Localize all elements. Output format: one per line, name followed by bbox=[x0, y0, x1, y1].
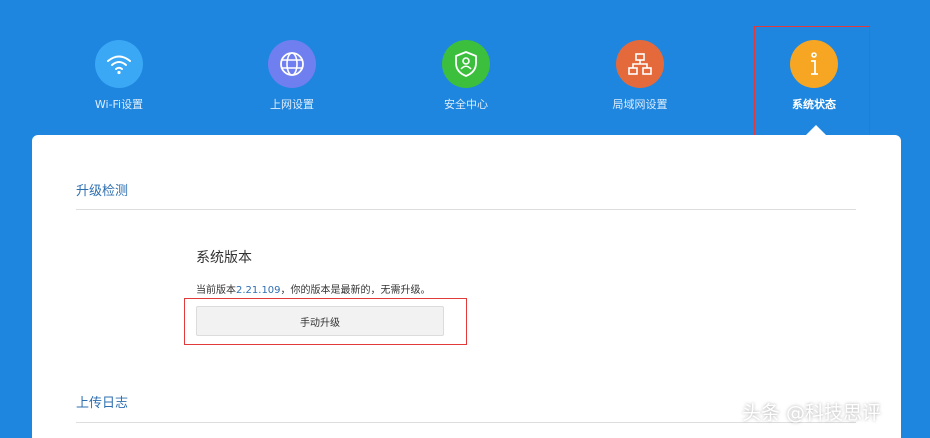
version-prefix: 当前版本 bbox=[196, 285, 236, 296]
wifi-icon bbox=[95, 40, 143, 88]
version-suffix: ，你的版本是最新的，无需升级。 bbox=[280, 285, 431, 296]
nav-item-lan[interactable]: 局域网设置 bbox=[580, 40, 700, 112]
divider-upgrade bbox=[76, 209, 856, 210]
highlight-box-upgrade bbox=[184, 298, 467, 345]
nav-item-wifi[interactable]: Wi-Fi设置 bbox=[59, 40, 179, 112]
version-title: 系统版本 bbox=[196, 250, 252, 266]
network-icon bbox=[616, 40, 664, 88]
nav-item-security[interactable]: 安全中心 bbox=[406, 40, 526, 112]
section-title-log: 上传日志 bbox=[76, 396, 129, 411]
watermark-text: 头条 @科技思评 bbox=[742, 402, 882, 424]
version-info: 当前版本2.21.109，你的版本是最新的，无需升级。 bbox=[196, 281, 431, 296]
globe-icon bbox=[268, 40, 316, 88]
section-title-upgrade: 升级检测 bbox=[76, 184, 129, 199]
nav-label-lan: 局域网设置 bbox=[612, 98, 668, 111]
shield-icon bbox=[442, 40, 490, 88]
nav-item-internet[interactable]: 上网设置 bbox=[232, 40, 352, 112]
active-tab-pointer bbox=[806, 125, 826, 135]
nav-label-security: 安全中心 bbox=[444, 98, 488, 111]
nav-label-wifi: Wi-Fi设置 bbox=[94, 98, 144, 111]
version-number: 2.21.109 bbox=[236, 285, 281, 296]
divider-log bbox=[76, 422, 856, 423]
main-panel: 升级检测 系统版本 当前版本2.21.109，你的版本是最新的，无需升级。 手动… bbox=[32, 135, 901, 438]
nav-label-internet: 上网设置 bbox=[270, 98, 314, 111]
